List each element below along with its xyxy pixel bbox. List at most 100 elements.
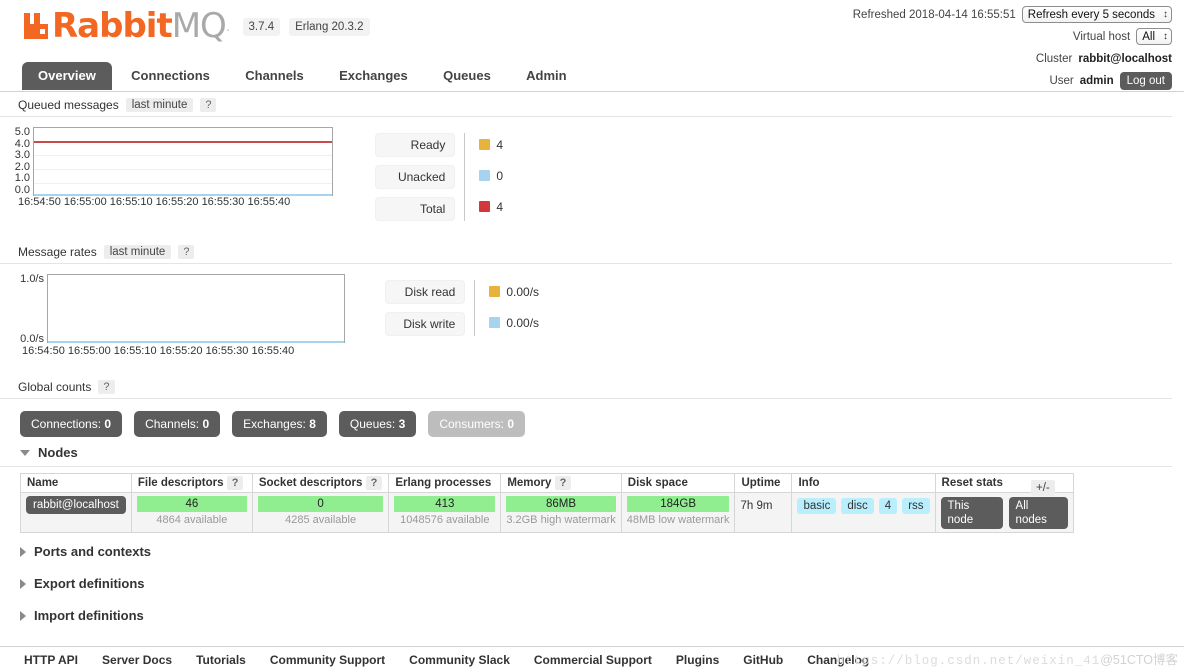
count-exchanges[interactable]: Exchanges: 8 bbox=[232, 411, 327, 437]
tab-exchanges[interactable]: Exchanges bbox=[323, 62, 424, 90]
tab-channels[interactable]: Channels bbox=[229, 62, 320, 90]
x-tick: 16:54:50 bbox=[22, 345, 65, 357]
cell-node-name: rabbit@localhost bbox=[21, 493, 132, 533]
info-badge-disc[interactable]: disc bbox=[841, 498, 873, 514]
y-tick: 0.0/s bbox=[20, 334, 44, 346]
col-erlang-processes[interactable]: Erlang processes bbox=[389, 474, 501, 493]
message-rates-chart: 1.0/s 0.0/s 16:54:50 16:55:00 16:55:10 1… bbox=[0, 274, 345, 357]
tab-admin[interactable]: Admin bbox=[510, 62, 582, 90]
message-rates-period[interactable]: last minute bbox=[104, 245, 172, 259]
reset-all-nodes-button[interactable]: All nodes bbox=[1009, 497, 1068, 529]
footer-link-plugins[interactable]: Plugins bbox=[676, 653, 719, 667]
logo-dot: ․ bbox=[226, 18, 231, 35]
footer-link-community-slack[interactable]: Community Slack bbox=[409, 653, 510, 667]
legend-swatch-disk-read bbox=[489, 286, 500, 297]
x-tick: 16:55:20 bbox=[156, 196, 199, 208]
footer-link-tutorials[interactable]: Tutorials bbox=[196, 653, 246, 667]
legend-swatch-unacked bbox=[479, 170, 490, 181]
message-rates-help-icon[interactable]: ? bbox=[178, 245, 194, 259]
col-socket-descriptors[interactable]: Socket descriptors ? bbox=[252, 474, 388, 493]
export-definitions-toggle[interactable]: Export definitions bbox=[20, 576, 1184, 591]
col-uptime[interactable]: Uptime bbox=[735, 474, 792, 493]
info-badge-rss[interactable]: rss bbox=[902, 498, 929, 514]
watermark-overlay: @51CTO博客 bbox=[1100, 653, 1178, 667]
info-badge-basic[interactable]: basic bbox=[797, 498, 836, 514]
col-memory-label: Memory bbox=[507, 477, 551, 489]
legend-label-disk-read[interactable]: Disk read bbox=[385, 280, 465, 304]
queued-messages-chart-block: 5.0 4.0 3.0 2.0 1.0 0.0 16:54:50 bbox=[0, 117, 1184, 221]
col-memory[interactable]: Memory ? bbox=[501, 474, 621, 493]
legend-label-unacked[interactable]: Unacked bbox=[375, 165, 455, 189]
count-consumers[interactable]: Consumers: 0 bbox=[428, 411, 525, 437]
erlang-version-badge: Erlang 20.3.2 bbox=[289, 18, 369, 36]
info-badge-group: basic disc 4 rss bbox=[797, 496, 929, 514]
legend-value-ready-row: 4 bbox=[479, 133, 503, 156]
col-info[interactable]: Info bbox=[792, 474, 935, 493]
message-rates-section-header: Message rates last minute ? bbox=[0, 239, 1172, 264]
legend-label-ready[interactable]: Ready bbox=[375, 133, 455, 157]
col-disk-space[interactable]: Disk space bbox=[621, 474, 735, 493]
nodes-table-header-row: Name File descriptors ? Socket descripto… bbox=[21, 474, 1074, 493]
queued-messages-x-axis: 16:54:50 16:55:00 16:55:10 16:55:20 16:5… bbox=[18, 196, 333, 208]
refreshed-timestamp: Refreshed 2018-04-14 16:55:51 bbox=[853, 9, 1016, 21]
ports-and-contexts-toggle[interactable]: Ports and contexts bbox=[20, 544, 1184, 559]
queued-messages-period[interactable]: last minute bbox=[126, 98, 194, 112]
count-channels[interactable]: Channels: 0 bbox=[134, 411, 220, 437]
x-tick: 16:55:30 bbox=[206, 345, 249, 357]
version-badges: 3.7.4 Erlang 20.3.2 bbox=[243, 18, 370, 41]
disk-space-bar: 184GB bbox=[627, 496, 730, 512]
count-queues[interactable]: Queues: 3 bbox=[339, 411, 416, 437]
count-channels-label: Channels: bbox=[145, 417, 199, 431]
footer-link-community-support[interactable]: Community Support bbox=[270, 653, 385, 667]
queued-messages-help-icon[interactable]: ? bbox=[200, 98, 216, 112]
file-descriptors-sub: 4864 available bbox=[137, 512, 247, 526]
column-toggle-button[interactable]: +/- bbox=[1031, 480, 1055, 496]
count-connections[interactable]: Connections: 0 bbox=[20, 411, 122, 437]
legend-label-disk-write[interactable]: Disk write bbox=[385, 312, 465, 336]
global-counts-help-icon[interactable]: ? bbox=[98, 380, 114, 394]
file-descriptors-help-icon[interactable]: ? bbox=[227, 476, 244, 490]
vhost-select[interactable]: All bbox=[1136, 28, 1172, 45]
refresh-interval-select[interactable]: Refresh every 5 seconds bbox=[1022, 6, 1172, 23]
footer-link-github[interactable]: GitHub bbox=[743, 653, 783, 667]
collapsed-sections: Ports and contexts Export definitions Im… bbox=[0, 533, 1184, 623]
reset-this-node-button[interactable]: This node bbox=[941, 497, 1003, 529]
x-tick: 16:55:10 bbox=[110, 196, 153, 208]
message-rates-plot-area bbox=[47, 274, 345, 343]
footer-link-commercial-support[interactable]: Commercial Support bbox=[534, 653, 652, 667]
logo-rabbit-text: Rabbit bbox=[52, 11, 172, 41]
footer-link-server-docs[interactable]: Server Docs bbox=[102, 653, 172, 667]
gridline bbox=[34, 169, 332, 170]
info-badge-count[interactable]: 4 bbox=[879, 498, 897, 514]
cell-erlang-processes: 413 1048576 available bbox=[389, 493, 501, 533]
message-rates-legend: Disk read Disk write 0.00/s 0.00/s bbox=[345, 274, 539, 336]
tab-queues[interactable]: Queues bbox=[427, 62, 507, 90]
col-name[interactable]: Name bbox=[21, 474, 132, 493]
rabbitmq-logo[interactable]: Rabbit MQ ․ bbox=[22, 11, 231, 41]
node-name-badge[interactable]: rabbit@localhost bbox=[26, 496, 126, 514]
message-rates-x-axis: 16:54:50 16:55:00 16:55:10 16:55:20 16:5… bbox=[22, 345, 345, 357]
legend-value-column: 0.00/s 0.00/s bbox=[474, 280, 539, 336]
legend-value-total: 4 bbox=[496, 200, 503, 214]
vhost-label: Virtual host bbox=[1073, 31, 1130, 43]
gridline bbox=[34, 183, 332, 184]
disk-space-sub: 48MB low watermark bbox=[627, 512, 730, 526]
footer-link-http-api[interactable]: HTTP API bbox=[24, 653, 78, 667]
tab-connections[interactable]: Connections bbox=[115, 62, 226, 90]
chevron-right-icon bbox=[20, 579, 26, 589]
cell-socket-descriptors: 0 4285 available bbox=[252, 493, 388, 533]
nodes-section-toggle[interactable]: Nodes bbox=[0, 437, 1184, 466]
memory-help-icon[interactable]: ? bbox=[555, 476, 572, 490]
legend-label-total[interactable]: Total bbox=[375, 197, 455, 221]
socket-descriptors-help-icon[interactable]: ? bbox=[366, 476, 383, 490]
import-definitions-toggle[interactable]: Import definitions bbox=[20, 608, 1184, 623]
tab-overview[interactable]: Overview bbox=[22, 62, 112, 90]
legend-value-disk-write-row: 0.00/s bbox=[489, 311, 539, 334]
col-file-descriptors[interactable]: File descriptors ? bbox=[131, 474, 252, 493]
refresh-row: Refreshed 2018-04-14 16:55:51 Refresh ev… bbox=[853, 4, 1172, 25]
image-watermark: https://blog.csdn.net/weixin_41@51CTO博客 bbox=[837, 649, 1178, 668]
legend-value-ready: 4 bbox=[496, 138, 503, 152]
x-tick: 16:55:30 bbox=[202, 196, 245, 208]
gridline bbox=[34, 155, 332, 156]
branding: Rabbit MQ ․ 3.7.4 Erlang 20.3.2 bbox=[22, 11, 370, 41]
